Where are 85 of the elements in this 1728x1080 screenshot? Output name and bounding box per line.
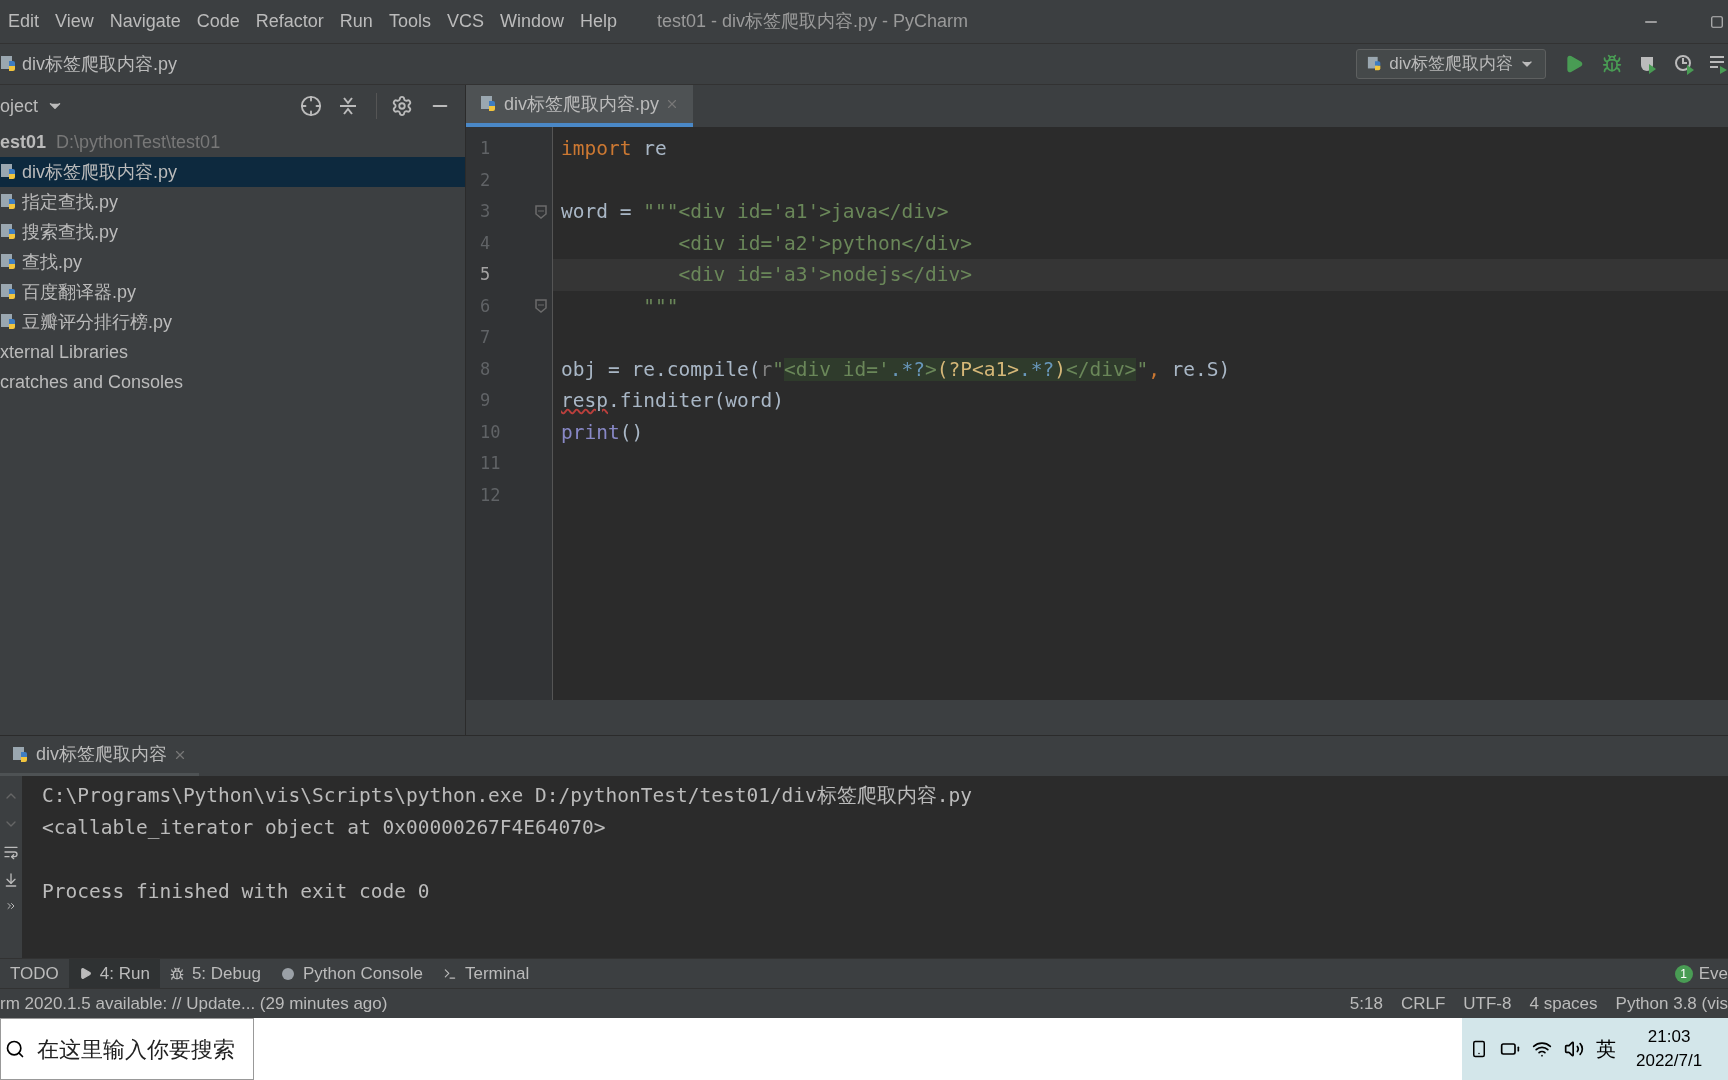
volume-icon[interactable] bbox=[1564, 1039, 1584, 1059]
console-line: Process finished with exit code 0 bbox=[42, 879, 430, 905]
code-line: <div id='a3'>nodejs</div> bbox=[677, 262, 972, 289]
code-line: import re bbox=[561, 136, 667, 163]
run-icon[interactable] bbox=[1564, 54, 1584, 74]
menu-item[interactable]: Refactor bbox=[247, 8, 332, 35]
more-icon[interactable] bbox=[1710, 54, 1728, 74]
collapse-icon[interactable] bbox=[338, 96, 358, 116]
settings-icon[interactable] bbox=[391, 95, 413, 117]
file-tree-item[interactable]: div标签爬取内容.py bbox=[0, 157, 465, 187]
code-line: obj = re.compile(r"<div id='.*?>(?P<a1>.*?)</div>", re.S) bbox=[561, 356, 1231, 383]
menu-item[interactable]: Window bbox=[491, 8, 572, 35]
fold-marker-icon[interactable] bbox=[535, 204, 547, 219]
locate-icon[interactable] bbox=[300, 95, 322, 117]
status-item[interactable]: CRLF bbox=[1400, 990, 1446, 1017]
menu-item[interactable]: View bbox=[47, 8, 102, 35]
menu-item[interactable]: VCS bbox=[438, 8, 492, 35]
tree-item[interactable]: xternal Libraries bbox=[0, 337, 465, 367]
console-line: C:\Programs\Python\vis\Scripts\python.exe D:/pythonTest/test01/div标签爬取内容.py bbox=[42, 783, 973, 809]
python-file-icon bbox=[0, 313, 18, 331]
clock-time[interactable]: 21:03 bbox=[1647, 1025, 1691, 1049]
bug-icon[interactable] bbox=[1602, 54, 1622, 74]
menu-item[interactable]: Help bbox=[571, 8, 625, 35]
project-path: D:\pythonTest\test01 bbox=[56, 130, 221, 154]
menu-item[interactable]: Code bbox=[188, 8, 248, 35]
file-tree-item[interactable]: 搜索查找.py bbox=[0, 217, 465, 247]
wifi-icon[interactable] bbox=[1532, 1039, 1552, 1059]
fold-marker-icon[interactable] bbox=[535, 299, 547, 314]
menu-item[interactable]: Edit bbox=[0, 8, 48, 35]
python-file-icon bbox=[0, 55, 18, 73]
restore-icon[interactable] bbox=[1710, 14, 1724, 29]
file-tree-item[interactable]: 查找.py bbox=[0, 247, 465, 277]
tree-item[interactable]: cratches and Consoles bbox=[0, 367, 465, 397]
code-line: word = """<div id='a1'>java</div> bbox=[561, 199, 949, 226]
python-file-icon bbox=[0, 193, 18, 211]
status-item[interactable]: Python 3.8 (vis bbox=[1615, 990, 1728, 1017]
run-config-dropdown[interactable]: div标签爬取内容 bbox=[1356, 49, 1546, 79]
file-tree-item[interactable]: 指定查找.py bbox=[0, 187, 465, 217]
window-title: test01 - div标签爬取内容.py - PyCharm bbox=[657, 10, 969, 33]
tool-window-tab[interactable]: 5: Debug bbox=[159, 958, 271, 989]
tool-window-tab[interactable]: 4: Run bbox=[68, 958, 160, 989]
code-line: <div id='a2'>python</div> bbox=[677, 230, 972, 257]
code-line: resp.finditer(word) bbox=[561, 388, 785, 415]
python-icon bbox=[280, 966, 295, 981]
event-log-tab[interactable]: Eve bbox=[1698, 960, 1728, 987]
tool-window-tab[interactable]: Python Console bbox=[270, 958, 433, 989]
clock-date[interactable]: 2022/7/1 bbox=[1636, 1049, 1703, 1073]
python-file-icon bbox=[0, 283, 18, 301]
scroll-to-end-icon[interactable] bbox=[3, 872, 19, 888]
soft-wrap-icon[interactable] bbox=[3, 844, 19, 860]
status-item[interactable]: UTF-8 bbox=[1463, 990, 1512, 1017]
python-file-icon bbox=[0, 223, 18, 241]
tool-window-tab[interactable]: TODO bbox=[0, 958, 69, 989]
menu-item[interactable]: Run bbox=[331, 8, 381, 35]
more-icon[interactable] bbox=[5, 900, 17, 912]
status-item[interactable]: 5:18 bbox=[1349, 990, 1383, 1017]
status-item[interactable]: 4 spaces bbox=[1529, 990, 1598, 1017]
python-file-icon bbox=[480, 95, 498, 113]
code-line: print() bbox=[561, 419, 644, 446]
editor-tab[interactable]: div标签爬取内容.py bbox=[466, 85, 694, 127]
menu-item[interactable]: Navigate bbox=[101, 8, 189, 35]
console-line: <callable_iterator object at 0x00000267F4E64070> bbox=[42, 815, 606, 841]
bug-icon bbox=[169, 966, 184, 981]
python-file-icon bbox=[0, 163, 18, 181]
tool-window-tab[interactable]: Terminal bbox=[432, 958, 540, 989]
panel-title[interactable]: oject bbox=[0, 92, 39, 120]
python-file-icon bbox=[12, 745, 30, 764]
file-tree-item[interactable]: 豆瓣评分排行榜.py bbox=[0, 307, 465, 337]
event-count-badge: 1 bbox=[1674, 964, 1693, 983]
code-line: """ bbox=[642, 293, 679, 320]
menu-item[interactable]: Tools bbox=[380, 8, 439, 35]
taskbar-search-field[interactable]: 在这里输入你要搜索 bbox=[0, 1018, 254, 1080]
search-icon bbox=[5, 1039, 25, 1059]
status-message: rm 2020.1.5 available: // Update... (29 minutes ago) bbox=[0, 992, 388, 1015]
terminal-icon bbox=[442, 966, 457, 981]
project-root[interactable]: est01 bbox=[0, 128, 47, 156]
coverage-icon[interactable] bbox=[1638, 54, 1658, 74]
profiler-icon[interactable] bbox=[1674, 53, 1696, 75]
python-file-icon bbox=[0, 253, 18, 271]
line-number: 5 bbox=[480, 263, 491, 286]
play-icon bbox=[78, 967, 92, 980]
phone-icon[interactable] bbox=[1470, 1040, 1488, 1058]
input-method-indicator[interactable]: 英 bbox=[1596, 1034, 1616, 1064]
breadcrumb[interactable]: div标签爬取内容.py bbox=[22, 50, 178, 78]
file-tree-item[interactable]: 百度翻译器.py bbox=[0, 277, 465, 307]
